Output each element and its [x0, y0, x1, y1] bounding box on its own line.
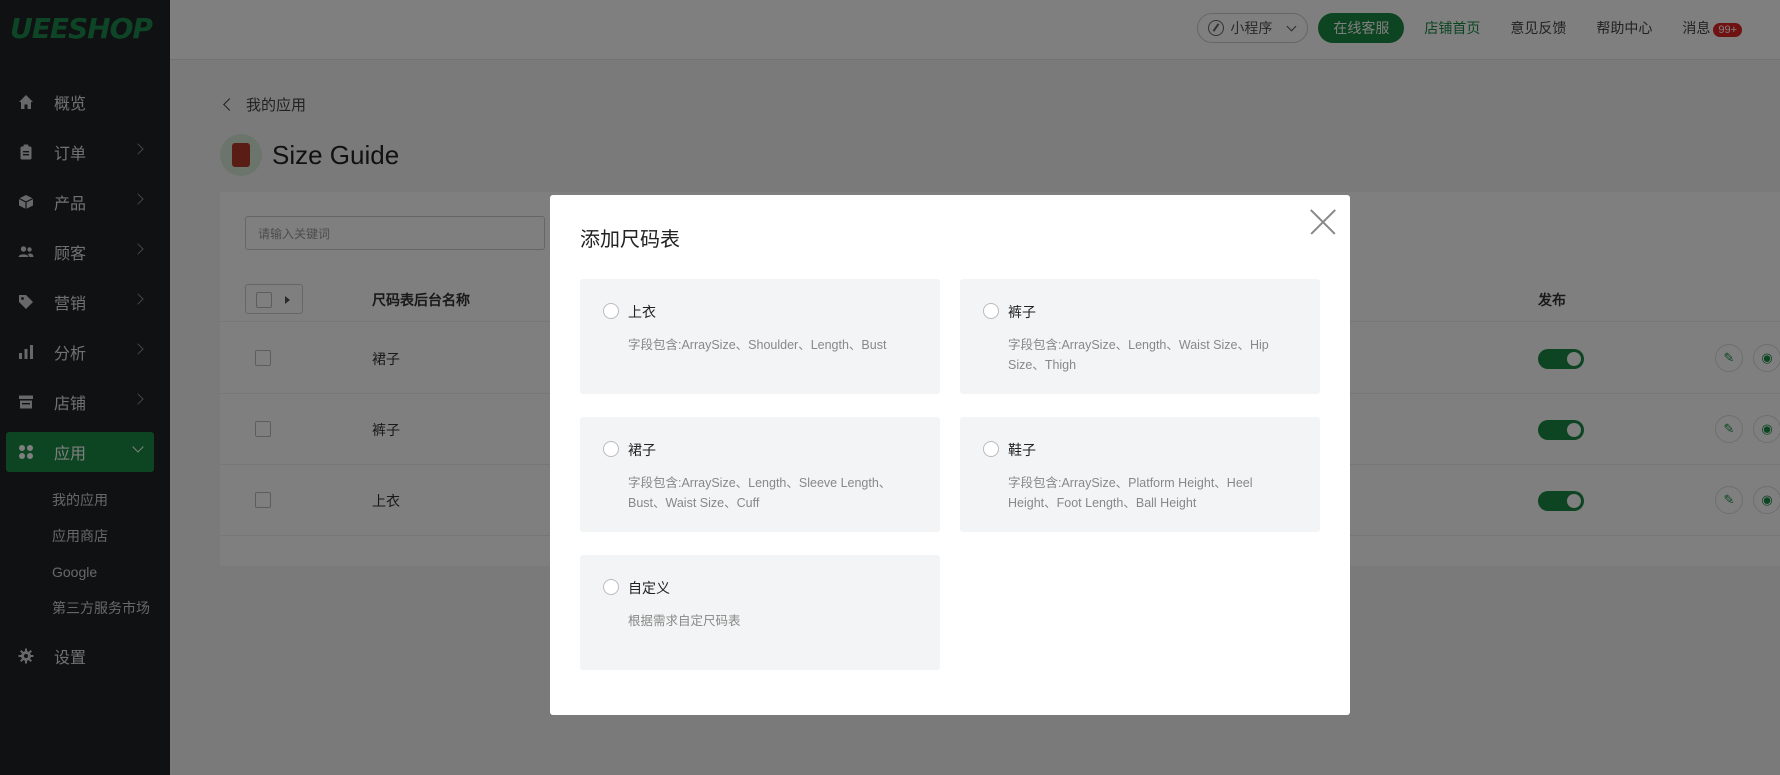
option-radio[interactable]: [603, 303, 619, 319]
close-icon[interactable]: [1308, 207, 1338, 237]
option-title: 裙子: [628, 442, 656, 458]
option-title: 自定义: [628, 580, 670, 596]
option-title: 裤子: [1008, 304, 1036, 320]
option-card-top[interactable]: 上衣 字段包含:ArraySize、Shoulder、Length、Bust: [580, 279, 940, 394]
option-radio[interactable]: [603, 579, 619, 595]
option-description: 字段包含:ArraySize、Platform Height、Heel Heig…: [1008, 476, 1253, 510]
option-description: 根据需求自定尺码表: [628, 614, 741, 628]
modal-title: 添加尺码表: [580, 229, 680, 251]
option-description: 字段包含:ArraySize、Length、Sleeve Length、Bust…: [628, 476, 892, 510]
option-title: 鞋子: [1008, 442, 1036, 458]
option-radio[interactable]: [983, 441, 999, 457]
option-description: 字段包含:ArraySize、Length、Waist Size、Hip Siz…: [1008, 338, 1269, 372]
option-card-skirt[interactable]: 裙子 字段包含:ArraySize、Length、Sleeve Length、B…: [580, 417, 940, 532]
option-card-custom[interactable]: 自定义 根据需求自定尺码表: [580, 555, 940, 670]
option-card-pants[interactable]: 裤子 字段包含:ArraySize、Length、Waist Size、Hip …: [960, 279, 1320, 394]
option-description: 字段包含:ArraySize、Shoulder、Length、Bust: [628, 338, 887, 352]
option-radio[interactable]: [603, 441, 619, 457]
option-title: 上衣: [628, 304, 656, 320]
add-size-chart-modal: 添加尺码表 上衣 字段包含:ArraySize、Shoulder、Length、…: [550, 195, 1350, 715]
option-card-shoes[interactable]: 鞋子 字段包含:ArraySize、Platform Height、Heel H…: [960, 417, 1320, 532]
option-radio[interactable]: [983, 303, 999, 319]
